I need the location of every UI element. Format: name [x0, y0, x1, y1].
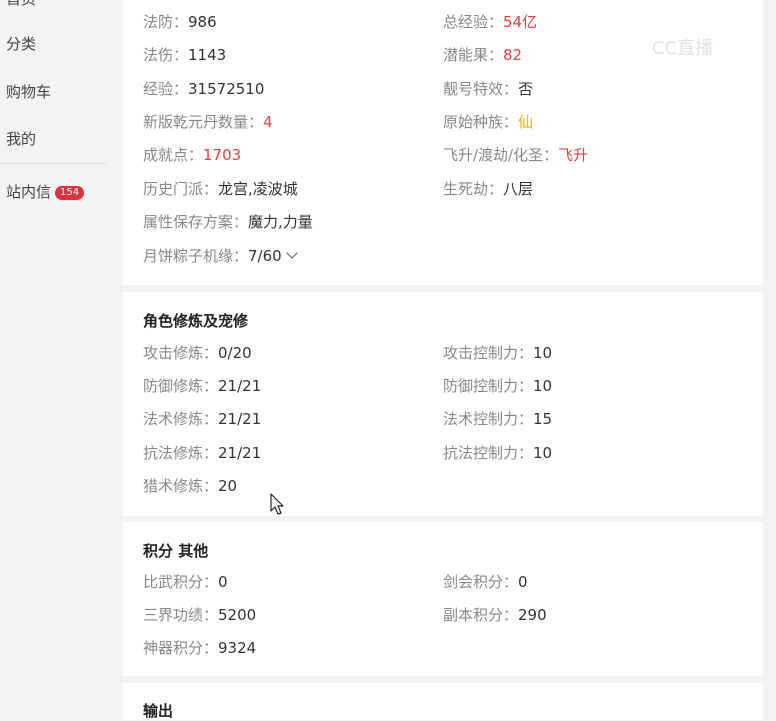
mooncake-row[interactable]: 月饼粽子机缘：7/60: [143, 245, 298, 266]
section-title: 积分 其他: [143, 542, 209, 560]
cultivation-row: 抗法修炼：21/21: [143, 444, 262, 462]
sidebar-item-messages[interactable]: 站内信 154: [6, 181, 85, 202]
sidebar-item-label: 站内信: [6, 183, 52, 201]
sidebar-divider: [0, 163, 106, 164]
attr-row: 属性保存方案：魔力,力量: [143, 213, 313, 231]
cultivation-row: 防御修炼：21/21: [143, 377, 262, 395]
watermark: CC直播: [652, 38, 714, 59]
sidebar-item-category[interactable]: 分类: [6, 33, 36, 54]
section-title: 输出: [143, 702, 174, 720]
attr-row: 历史门派：龙宫,凌波城: [143, 180, 298, 198]
points-row: 三界功绩：5200: [143, 606, 257, 624]
sidebar-item-label: 分类: [6, 35, 37, 53]
sidebar-item-label: 购物车: [6, 83, 52, 101]
output-card: 输出: [123, 683, 763, 720]
attr-row: 经验：31572510: [143, 80, 265, 98]
points-row: 比武积分：0: [143, 573, 228, 591]
cultivation-row: 攻击修炼：0/20: [143, 344, 252, 362]
sidebar-item-cart[interactable]: 购物车: [6, 81, 51, 102]
cultivation-row: 抗法控制力：10: [443, 444, 553, 462]
sidebar-item-label: 首页: [6, 0, 36, 8]
attr-row: 靓号特效：否: [443, 80, 534, 98]
chevron-down-icon[interactable]: [286, 247, 298, 259]
points-row: 剑会积分：0: [443, 573, 528, 591]
attr-row: 飞升/渡劫/化圣：飞升: [443, 146, 589, 164]
mouse-cursor-icon: [270, 493, 284, 515]
attr-row: 法伤：1143: [143, 46, 227, 64]
cultivation-row: 法术控制力：15: [443, 410, 553, 428]
attr-row: 新版乾元丹数量：4: [143, 113, 273, 131]
points-row: 副本积分：290: [443, 606, 547, 624]
section-title: 角色修炼及宠修: [143, 312, 249, 330]
attr-row: 成就点：1703: [143, 146, 242, 164]
attr-row: 原始种族：仙: [443, 113, 534, 131]
cultivation-card: 角色修炼及宠修 攻击修炼：0/20 防御修炼：21/21 法术修炼：21/21 …: [123, 292, 763, 516]
sidebar-item-home[interactable]: 首页: [6, 0, 36, 9]
attr-row: 法防：986: [143, 13, 217, 31]
attr-row: 生死劫：八层: [443, 180, 534, 198]
cultivation-row: 攻击控制力：10: [443, 344, 553, 362]
sidebar-item-mine[interactable]: 我的: [6, 128, 36, 149]
cultivation-row: 法术修炼：21/21: [143, 410, 262, 428]
sidebar: 首页 分类 购物车 我的 站内信154: [0, 0, 106, 720]
attr-row: 总经验：54亿: [443, 13, 538, 31]
points-card: 积分 其他 比武积分：0 三界功绩：5200 神器积分：9324 剑会积分：0 …: [123, 522, 763, 676]
points-row: 神器积分：9324: [143, 639, 257, 657]
attr-row: 潜能果：82: [443, 46, 523, 64]
cultivation-row: 猎术修炼：20: [143, 477, 238, 495]
unread-badge: 154: [55, 186, 85, 200]
cultivation-row: 防御控制力：10: [443, 377, 553, 395]
sidebar-item-label: 我的: [6, 130, 37, 148]
